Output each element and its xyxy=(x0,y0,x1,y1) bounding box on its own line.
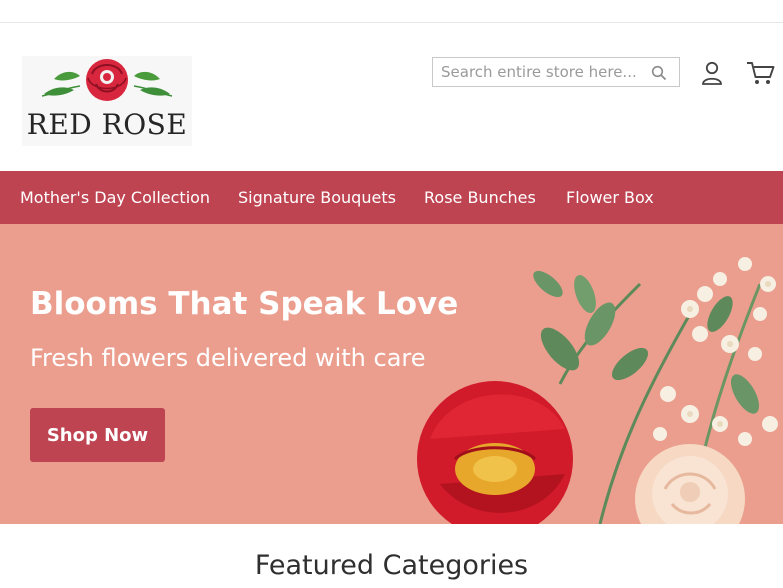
nav-item-rose-bunches[interactable]: Rose Bunches xyxy=(424,171,536,224)
search-box xyxy=(432,57,680,87)
cart-icon[interactable] xyxy=(746,60,776,86)
hero-banner: Blooms That Speak Love Fresh flowers del… xyxy=(0,224,783,524)
featured-categories-heading: Featured Categories xyxy=(254,550,529,581)
brand-name: RED ROSE xyxy=(26,108,188,141)
search-icon[interactable] xyxy=(651,65,667,81)
top-bar xyxy=(0,0,783,23)
hero-title: Blooms That Speak Love xyxy=(30,286,459,322)
rose-logo-icon xyxy=(41,59,173,101)
flowers-image xyxy=(417,257,778,524)
brand-logo[interactable]: RED ROSE xyxy=(22,56,192,146)
nav-item-mothers-day[interactable]: Mother's Day Collection xyxy=(20,171,210,224)
main-navigation: Mother's Day Collection Signature Bouque… xyxy=(0,171,783,224)
hero-subtitle: Fresh flowers delivered with care xyxy=(30,344,426,372)
nav-item-flower-box[interactable]: Flower Box xyxy=(566,171,654,224)
account-icon[interactable] xyxy=(700,60,724,86)
nav-item-signature-bouquets[interactable]: Signature Bouquets xyxy=(238,171,396,224)
site-header: RED ROSE xyxy=(0,23,783,171)
search-input[interactable] xyxy=(441,61,646,83)
shop-now-button[interactable]: Shop Now xyxy=(30,408,165,462)
